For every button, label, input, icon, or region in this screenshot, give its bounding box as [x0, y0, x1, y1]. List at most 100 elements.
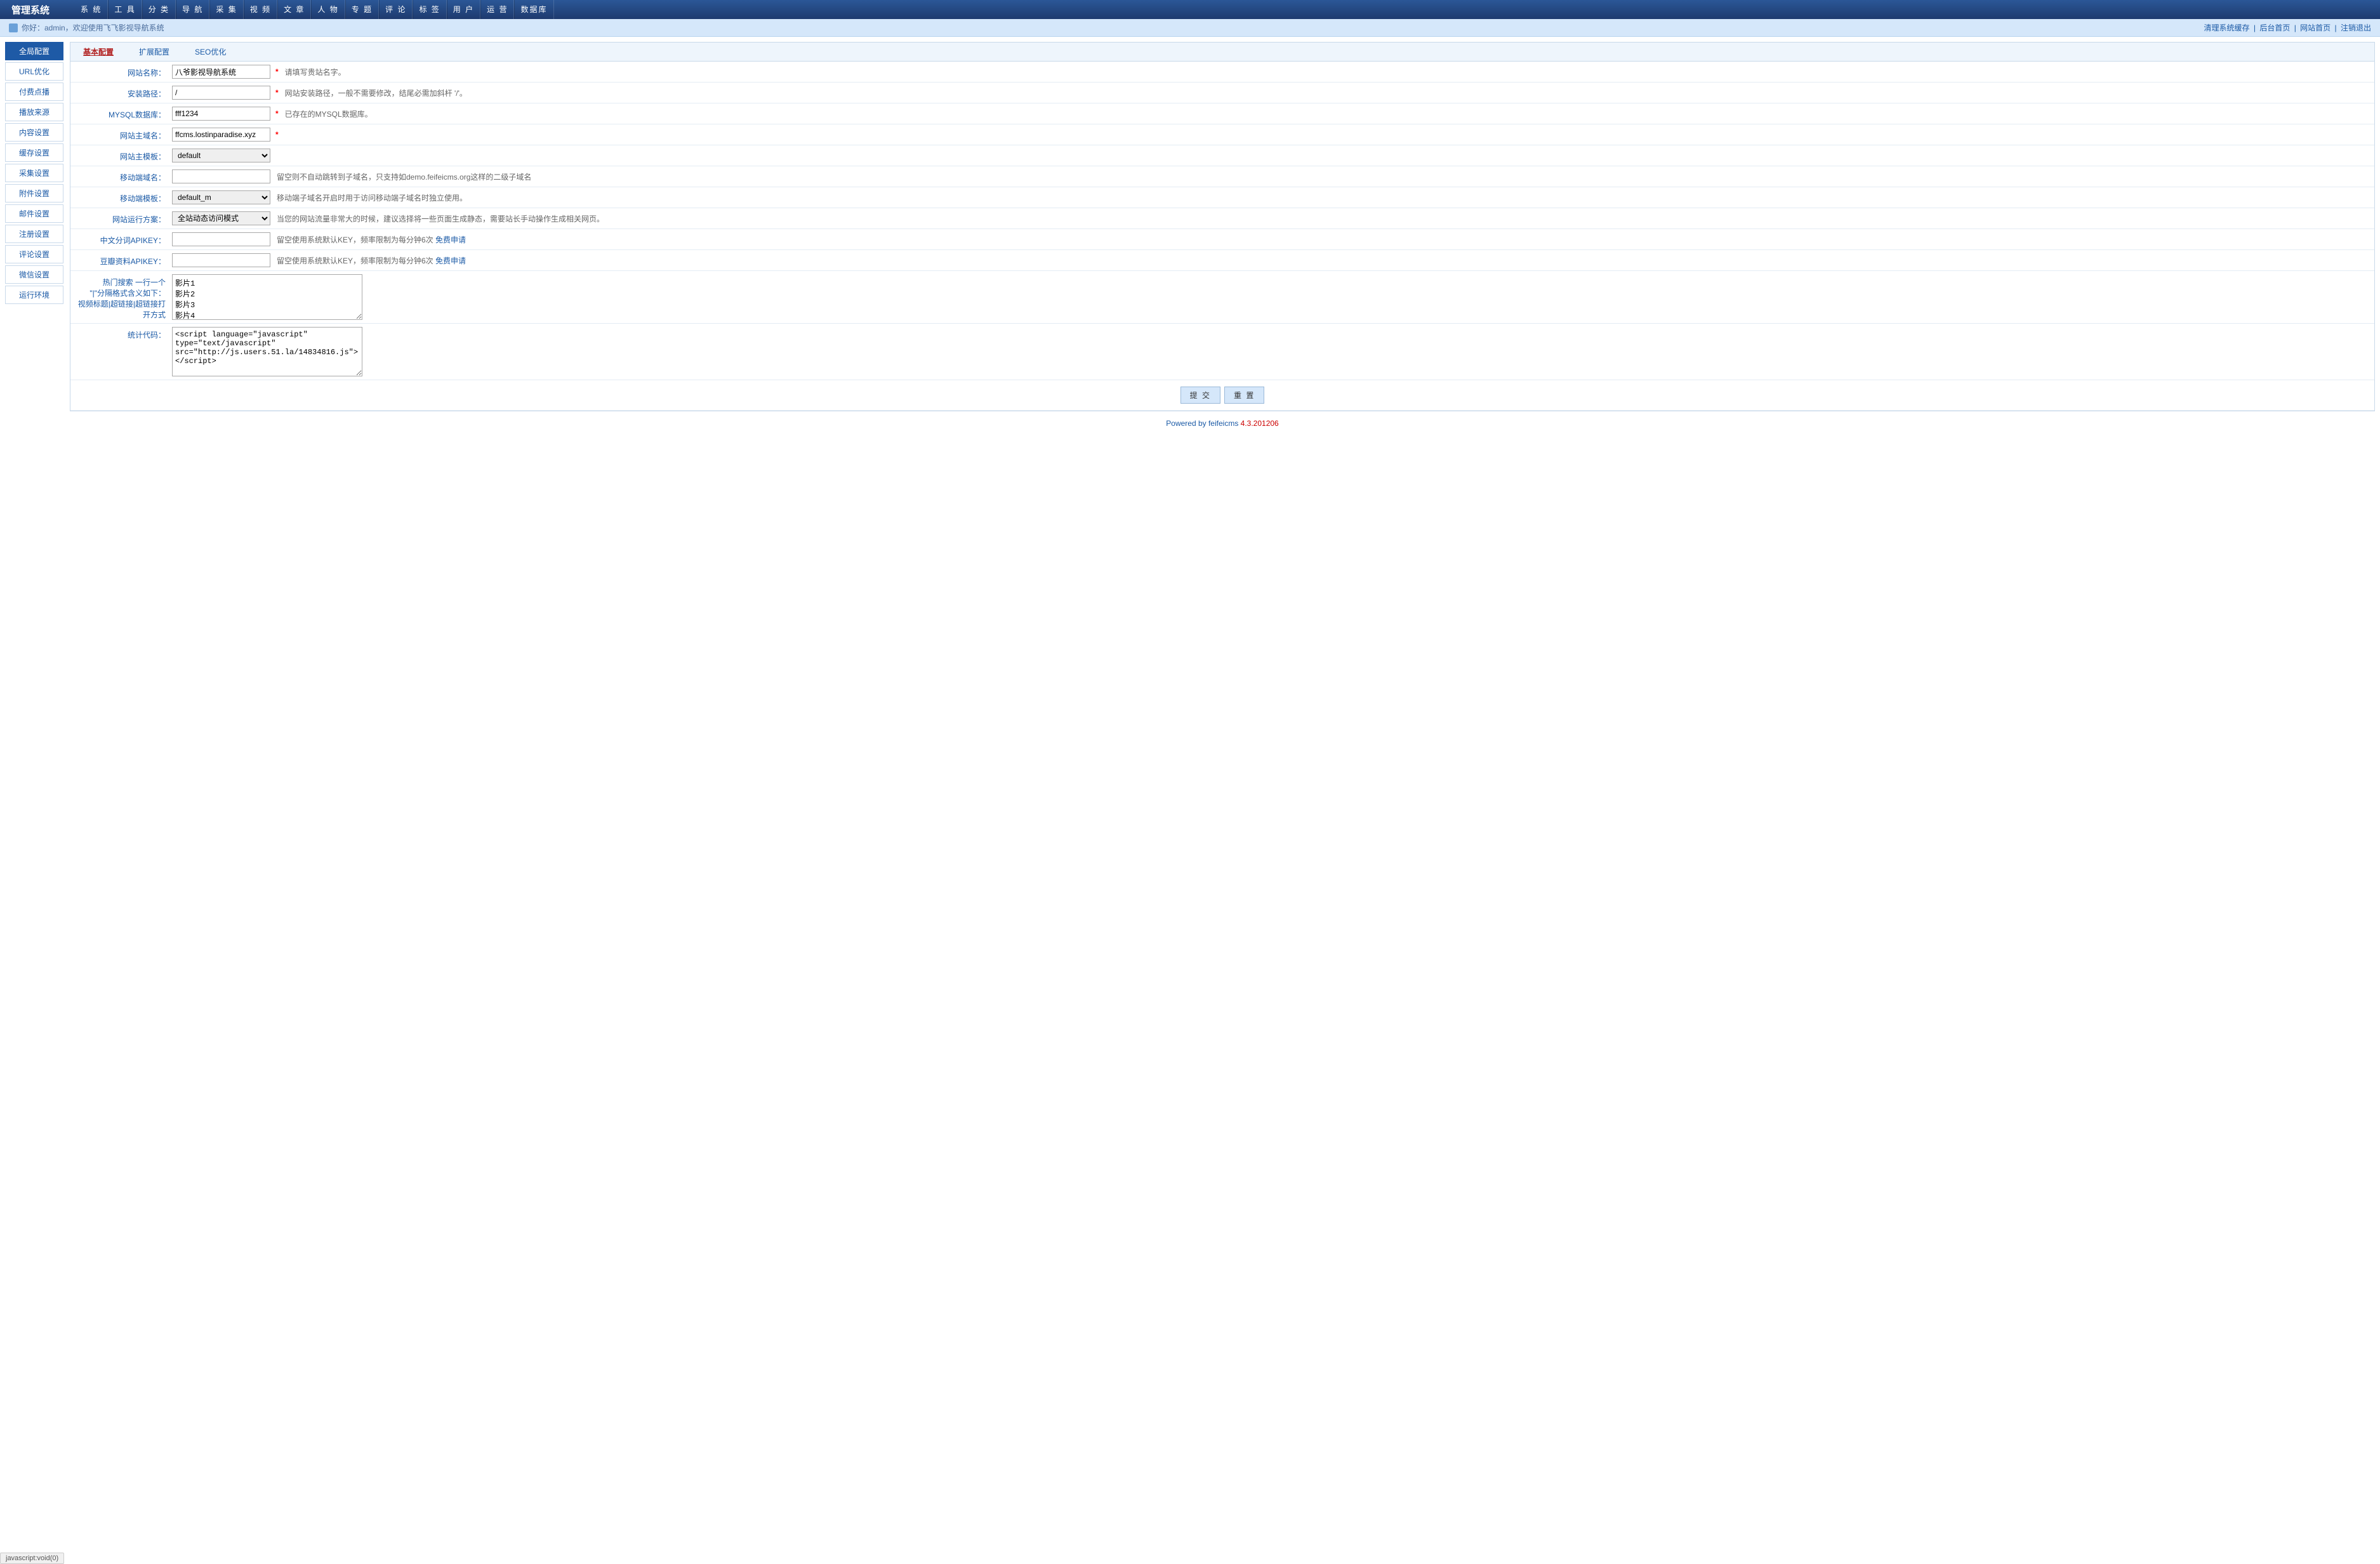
label-hot-search: 热门搜索 一行一个 "|"分隔格式含义如下： 视频标题|超链接|超链接打开方式	[70, 274, 172, 320]
top-menu-item-11[interactable]: 用 户	[447, 0, 480, 19]
label-douban-apikey: 豆瓣资料APIKEY：	[70, 253, 172, 267]
input-mysql-db[interactable]	[172, 107, 270, 121]
label-site-name: 网站名称：	[70, 65, 172, 78]
top-menu-item-5[interactable]: 视 频	[244, 0, 277, 19]
sidebar-item-2[interactable]: 付费点播	[5, 83, 63, 101]
select-main-template[interactable]: default	[172, 149, 270, 162]
input-cn-apikey[interactable]	[172, 232, 270, 246]
sidebar-item-0[interactable]: 全局配置	[5, 42, 63, 60]
label-install-path: 安装路径：	[70, 86, 172, 99]
app-title: 管理系统	[6, 3, 50, 17]
sidebar-item-10[interactable]: 评论设置	[5, 245, 63, 263]
label-main-template: 网站主模板：	[70, 149, 172, 162]
hint-douban-apikey: 留空使用系统默认KEY，频率限制为每分钟6次 免费申请	[277, 255, 466, 266]
hint-mysql-db: 已存在的MYSQL数据库。	[285, 109, 373, 119]
submit-button[interactable]: 提 交	[1180, 387, 1220, 404]
input-mobile-domain[interactable]	[172, 169, 270, 183]
row-hot-search: 热门搜索 一行一个 "|"分隔格式含义如下： 视频标题|超链接|超链接打开方式	[70, 271, 2374, 324]
link-free-apply-douban[interactable]: 免费申请	[435, 256, 466, 265]
row-douban-apikey: 豆瓣资料APIKEY： 留空使用系统默认KEY，频率限制为每分钟6次 免费申请	[70, 250, 2374, 271]
tab-0[interactable]: 基本配置	[70, 43, 126, 61]
row-mobile-domain: 移动端域名： 留空则不自动跳转到子域名，只支持如demo.feifeicms.o…	[70, 166, 2374, 187]
sidebar-item-3[interactable]: 播放来源	[5, 103, 63, 121]
input-douban-apikey[interactable]	[172, 253, 270, 267]
welcome-text-wrap: 你好：admin，欢迎使用飞飞影视导航系统	[9, 22, 164, 33]
input-main-domain[interactable]	[172, 128, 270, 142]
top-menu-item-4[interactable]: 采 集	[209, 0, 243, 19]
sidebar-item-11[interactable]: 微信设置	[5, 265, 63, 284]
textarea-stats-code[interactable]	[172, 327, 362, 376]
welcome-link-0[interactable]: 清理系统缓存	[2204, 23, 2250, 32]
label-main-domain: 网站主域名：	[70, 128, 172, 141]
row-cn-apikey: 中文分词APIKEY： 留空使用系统默认KEY，频率限制为每分钟6次 免费申请	[70, 229, 2374, 250]
sidebar-item-1[interactable]: URL优化	[5, 62, 63, 81]
hint-site-name: 请填写贵站名字。	[285, 67, 346, 77]
sidebar-item-9[interactable]: 注册设置	[5, 225, 63, 243]
label-cn-apikey: 中文分词APIKEY：	[70, 232, 172, 246]
welcome-text: 你好：admin，欢迎使用飞飞影视导航系统	[22, 22, 164, 33]
label-mysql-db: MYSQL数据库：	[70, 107, 172, 120]
tab-1[interactable]: 扩展配置	[126, 43, 182, 61]
top-menu-item-12[interactable]: 运 营	[480, 0, 514, 19]
select-run-mode[interactable]: 全站动态访问模式	[172, 211, 270, 225]
input-install-path[interactable]	[172, 86, 270, 100]
header-bar: 管理系统 系 统工 具分 类导 航采 集视 频文 章人 物专 题评 论标 签用 …	[0, 0, 2380, 19]
top-menu-item-1[interactable]: 工 具	[108, 0, 142, 19]
label-stats-code: 统计代码：	[70, 327, 172, 340]
required-star: *	[275, 67, 279, 76]
top-menu-item-7[interactable]: 人 物	[311, 0, 345, 19]
sidebar-item-6[interactable]: 采集设置	[5, 164, 63, 182]
tab-2[interactable]: SEO优化	[182, 43, 239, 61]
sidebar-item-7[interactable]: 附件设置	[5, 184, 63, 202]
form-area: 网站名称： * 请填写贵站名字。 安装路径： * 网站安装路径，一般不需要修改，…	[70, 61, 2375, 411]
sidebar-item-12[interactable]: 运行环境	[5, 286, 63, 304]
welcome-link-1[interactable]: 后台首页	[2259, 23, 2290, 32]
user-icon	[9, 23, 18, 32]
footer: Powered by feifeicms 4.3.201206	[70, 411, 2375, 435]
welcome-bar: 你好：admin，欢迎使用飞飞影视导航系统 清理系统缓存 | 后台首页 | 网站…	[0, 19, 2380, 37]
row-mysql-db: MYSQL数据库： * 已存在的MYSQL数据库。	[70, 103, 2374, 124]
hint-install-path: 网站安装路径，一般不需要修改，结尾必需加斜杆 '/'。	[285, 88, 467, 98]
top-menu-item-9[interactable]: 评 论	[379, 0, 413, 19]
top-menu-item-2[interactable]: 分 类	[142, 0, 176, 19]
row-site-name: 网站名称： * 请填写贵站名字。	[70, 62, 2374, 83]
label-mobile-domain: 移动端域名：	[70, 169, 172, 183]
row-mobile-template: 移动端模板： default_m 移动端子域名开启时用于访问移动端子域名时独立使…	[70, 187, 2374, 208]
top-menu-item-6[interactable]: 文 章	[277, 0, 311, 19]
welcome-links: 清理系统缓存 | 后台首页 | 网站首页 | 注销退出	[2204, 22, 2371, 33]
top-menu-item-8[interactable]: 专 题	[345, 0, 379, 19]
required-star: *	[275, 130, 279, 139]
sidebar-item-8[interactable]: 邮件设置	[5, 204, 63, 223]
top-menu-item-13[interactable]: 数据库	[514, 0, 553, 19]
row-install-path: 安装路径： * 网站安装路径，一般不需要修改，结尾必需加斜杆 '/'。	[70, 83, 2374, 103]
label-run-mode: 网站运行方案：	[70, 211, 172, 225]
label-mobile-template: 移动端模板：	[70, 190, 172, 204]
hint-mobile-domain: 留空则不自动跳转到子域名，只支持如demo.feifeicms.org这样的二级…	[277, 171, 531, 182]
footer-version: 4.3.201206	[1241, 419, 1279, 428]
footer-powered: Powered by feifeicms	[1166, 419, 1238, 428]
sidebar-item-5[interactable]: 缓存设置	[5, 143, 63, 162]
status-bar: javascript:void(0)	[0, 1553, 64, 1564]
reset-button[interactable]: 重 置	[1224, 387, 1264, 404]
required-star: *	[275, 88, 279, 97]
top-menu-item-3[interactable]: 导 航	[176, 0, 209, 19]
top-menu: 系 统工 具分 类导 航采 集视 频文 章人 物专 题评 论标 签用 户运 营数…	[75, 0, 553, 19]
welcome-link-3[interactable]: 注销退出	[2341, 23, 2371, 32]
textarea-hot-search[interactable]	[172, 274, 362, 320]
top-menu-item-10[interactable]: 标 签	[413, 0, 446, 19]
top-menu-item-0[interactable]: 系 统	[75, 0, 108, 19]
link-free-apply-cn[interactable]: 免费申请	[435, 235, 466, 244]
row-stats-code: 统计代码：	[70, 324, 2374, 380]
welcome-link-2[interactable]: 网站首页	[2300, 23, 2330, 32]
hint-run-mode: 当您的网站流量非常大的时候，建议选择将一些页面生成静态，需要站长手动操作生成相关…	[277, 213, 604, 224]
select-mobile-template[interactable]: default_m	[172, 190, 270, 204]
main: 基本配置扩展配置SEO优化 网站名称： * 请填写贵站名字。 安装路径： * 网…	[70, 42, 2375, 435]
layout: 全局配置 URL优化付费点播播放来源内容设置缓存设置采集设置附件设置邮件设置注册设…	[0, 37, 2380, 441]
hint-cn-apikey: 留空使用系统默认KEY，频率限制为每分钟6次 免费申请	[277, 234, 466, 245]
input-site-name[interactable]	[172, 65, 270, 79]
sidebar: 全局配置 URL优化付费点播播放来源内容设置缓存设置采集设置附件设置邮件设置注册设…	[5, 42, 63, 306]
row-submit: 提 交 重 置	[70, 380, 2374, 411]
row-run-mode: 网站运行方案： 全站动态访问模式 当您的网站流量非常大的时候，建议选择将一些页面…	[70, 208, 2374, 229]
sidebar-item-4[interactable]: 内容设置	[5, 123, 63, 142]
hint-mobile-template: 移动端子域名开启时用于访问移动端子域名时独立使用。	[277, 192, 467, 203]
